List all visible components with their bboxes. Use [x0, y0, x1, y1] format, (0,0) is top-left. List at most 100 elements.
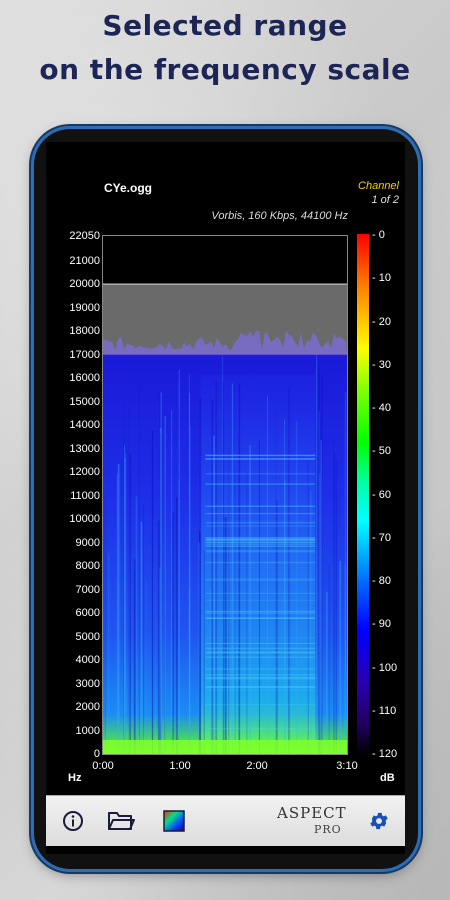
y-tick-label: 5000 — [75, 630, 100, 643]
spectrogram-canvas — [103, 283, 347, 754]
spectrum-band — [205, 483, 316, 485]
spectrum-streak — [188, 588, 190, 754]
spectrum-band — [205, 610, 316, 613]
spectrum-band — [205, 689, 316, 691]
spectrum-streak — [138, 381, 140, 754]
spectrum-band — [205, 647, 316, 650]
db-tick-label: - 60 — [372, 488, 391, 501]
spectrum-streak — [223, 421, 225, 754]
y-tick-label: 20000 — [69, 278, 100, 291]
spectrum-streak — [275, 413, 277, 754]
info-button[interactable] — [58, 806, 88, 836]
spectrum-band — [205, 537, 316, 539]
spectrum-streak — [336, 459, 338, 754]
headline-line-1: Selected range — [102, 9, 348, 42]
spectrum-band — [205, 686, 316, 688]
spectrum-band — [205, 539, 316, 542]
gear-icon — [370, 812, 388, 830]
spectrum-band — [205, 651, 316, 653]
bottom-toolbar: ASPECT PRO — [46, 795, 405, 846]
spectrum-streak — [124, 458, 126, 754]
spectrum-band — [205, 455, 316, 457]
spectrum-mid-section — [200, 374, 316, 754]
folder-open-icon — [108, 812, 135, 830]
x-tick-label: 3:10 — [336, 760, 358, 772]
spectrum-band — [205, 505, 316, 507]
spectrum-streak — [344, 391, 347, 754]
spectrum-band — [205, 549, 316, 552]
spectrum-band — [205, 592, 316, 594]
spectrum-band — [205, 599, 316, 601]
db-tick-label: - 20 — [372, 315, 391, 328]
open-file-button[interactable] — [106, 806, 136, 836]
y-tick-label: 17000 — [69, 348, 100, 361]
y-tick-label: 10000 — [69, 513, 100, 526]
channel-page: 1 of 2 — [371, 194, 399, 206]
y-tick-label: 16000 — [69, 372, 100, 385]
y-tick-label: 12000 — [69, 466, 100, 479]
spectrum-band — [205, 677, 316, 679]
spectrum-streak — [123, 399, 124, 754]
spectrum-streak — [333, 439, 334, 754]
y-tick-label: 4000 — [75, 654, 100, 667]
db-tick-label: - 0 — [372, 229, 385, 241]
y-tick-label: 13000 — [69, 442, 100, 455]
spectrum-streak — [117, 463, 120, 754]
y-tick-label: 15000 — [69, 395, 100, 408]
info-icon — [63, 811, 83, 831]
spectrum-band — [205, 544, 316, 545]
db-tick-label: - 40 — [372, 402, 391, 414]
db-colorbar — [357, 234, 369, 755]
spectrogram-plot[interactable] — [102, 235, 348, 755]
db-tick-label: - 100 — [372, 661, 398, 674]
spectrum-streak — [104, 494, 106, 754]
spectrum-streak — [140, 521, 143, 754]
spectrum-streak — [320, 440, 322, 754]
y-tick-label: 0 — [93, 748, 100, 760]
y-unit-label: Hz — [68, 772, 82, 784]
spectrum-streak — [258, 440, 260, 754]
y-tick-label: 21000 — [69, 254, 100, 267]
spectrum-band — [205, 642, 316, 645]
y-tick-label: 18000 — [69, 325, 100, 338]
spectrum-band — [205, 551, 316, 553]
spectrum-low-band — [103, 740, 347, 754]
y-tick-label: 22050 — [69, 230, 100, 242]
spectrum-band — [205, 668, 316, 670]
file-name: CYe.ogg — [104, 181, 153, 195]
spectrum-streak — [309, 491, 312, 754]
spectrum-streak — [221, 355, 224, 754]
brand-edition: PRO — [314, 823, 342, 836]
spectrum-streak — [326, 591, 328, 754]
spectrum-band — [205, 545, 316, 547]
spectrum-band — [205, 612, 316, 615]
spectrum-streak — [164, 415, 167, 754]
spectrum-streak — [213, 435, 215, 754]
spectrum-streak — [333, 453, 336, 754]
settings-button[interactable] — [364, 806, 394, 836]
y-tick-label: 9000 — [75, 536, 100, 549]
spectrum-streak — [328, 561, 330, 754]
y-tick-label: 14000 — [69, 419, 100, 432]
db-tick-label: - 30 — [372, 358, 391, 371]
brand-name: ASPECT — [277, 804, 347, 822]
codec-info: Vorbis, 160 Kbps, 44100 Hz — [211, 210, 348, 222]
y-tick-label: 19000 — [69, 301, 100, 314]
spectrum-streak — [238, 384, 241, 754]
spectrum-streak — [288, 387, 290, 754]
color-palette-icon — [163, 810, 185, 832]
db-tick-label: - 90 — [372, 618, 391, 631]
channel-selector[interactable]: Channel 1 of 2 — [358, 179, 399, 207]
spectrum-streak — [295, 420, 298, 754]
spectrum-band — [205, 727, 316, 730]
spectrum-streak — [116, 473, 118, 754]
spectrum-streak — [178, 369, 181, 754]
spectrum-streak — [307, 459, 309, 754]
spectrum-streak — [157, 520, 160, 754]
spectrum-band — [205, 541, 316, 544]
palette-button[interactable] — [159, 806, 189, 836]
spectrum-band — [205, 525, 316, 527]
spectrum-streak — [145, 579, 147, 754]
spectrum-band — [205, 521, 316, 524]
spectrum-band — [205, 473, 316, 475]
